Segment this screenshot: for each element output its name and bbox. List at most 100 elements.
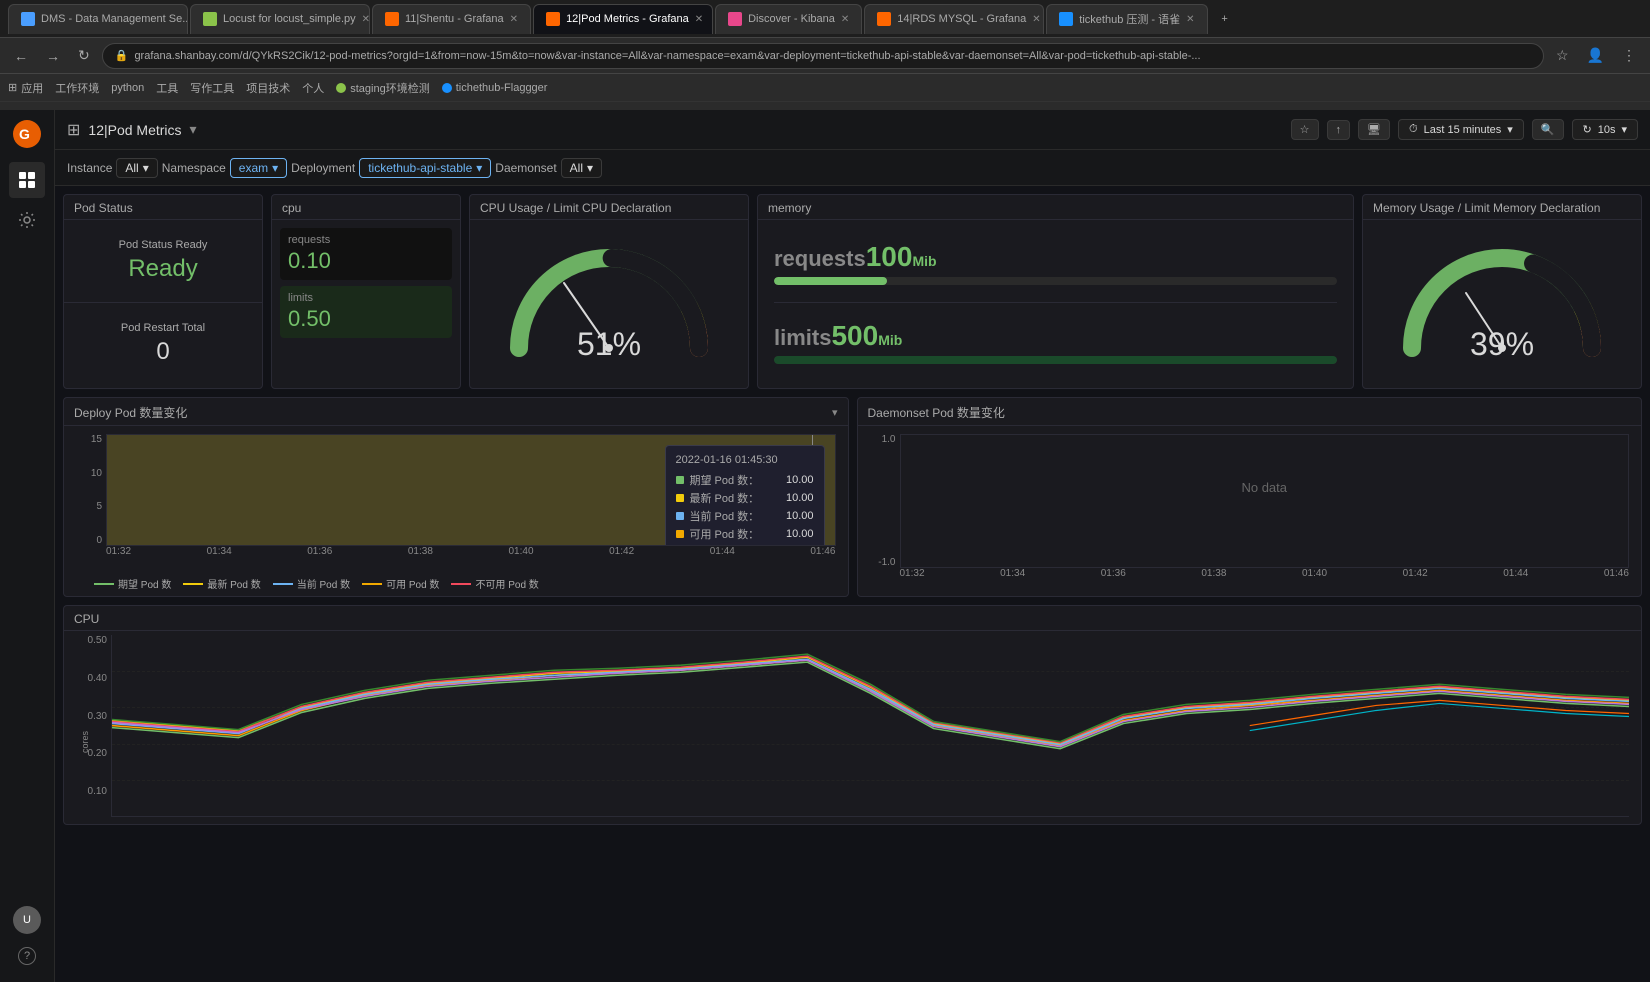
middle-row-panels: Deploy Pod 数量变化 ▾ 15 10 5 0 — [63, 397, 1642, 597]
refresh-btn[interactable]: ↻ 10s ▾ — [1572, 119, 1639, 140]
dashboard-area: Pod Status Pod Status Ready Ready Pod Re… — [55, 186, 1650, 982]
filter-daemonset-value[interactable]: All ▾ — [561, 158, 602, 178]
legend-item-2: 当前 Pod 数 — [273, 576, 350, 591]
main-content: ⊞ 12|Pod Metrics ▾ ☆ ↑ 🖥 ⏱ Last 15 minut… — [55, 110, 1650, 982]
grafana-logo[interactable]: G — [11, 118, 43, 150]
bookmark-tools[interactable]: 工具 — [156, 80, 178, 96]
nav-forward[interactable]: → — [40, 44, 66, 68]
cpu-chart-body: 0.50 0.40 0.30 0.20 0.10 cores — [64, 631, 1641, 821]
memory-divider — [774, 302, 1337, 303]
bookmark-apps[interactable]: ⊞ 应用 — [8, 80, 43, 96]
search-btn[interactable]: 🔍 — [1532, 119, 1564, 140]
tab-kibana[interactable]: Discover - Kibana ✕ — [715, 4, 862, 34]
nav-back[interactable]: ← — [8, 44, 34, 68]
filter-namespace-chevron: ▾ — [272, 161, 278, 175]
bookmark-label-personal: 个人 — [302, 80, 324, 96]
bookmark-work[interactable]: 工作环境 — [55, 80, 99, 96]
nav-star[interactable]: ☆ — [1550, 43, 1575, 68]
memory-bar-body: requests100Mib limits500Mib — [758, 220, 1353, 385]
tab-locust[interactable]: Locust for locust_simple.py ✕ — [190, 4, 370, 34]
legend-label-3: 可用 Pod 数 — [386, 576, 439, 591]
cpu-gauge-wrap: 51% — [499, 228, 719, 378]
filter-instance-chevron: ▾ — [143, 161, 149, 175]
memory-limits-value: 500 — [831, 320, 878, 351]
tab-shentu[interactable]: 11|Shentu - Grafana ✕ — [372, 4, 531, 34]
filter-namespace: Namespace exam ▾ — [162, 158, 287, 178]
tooltip-row-1: 最新 Pod 数： 10.00 — [676, 490, 814, 506]
tab-close-locust[interactable]: ✕ — [362, 14, 370, 25]
bookmark-writing[interactable]: 写作工具 — [190, 80, 234, 96]
tab-tickethub[interactable]: tickethub 压测 - 语雀 ✕ — [1046, 4, 1207, 34]
cpu-y-040: 0.40 — [88, 673, 107, 684]
bookmark-python[interactable]: python — [111, 82, 144, 94]
filter-instance-value[interactable]: All ▾ — [116, 158, 157, 178]
dashboard-title: 12|Pod Metrics — [88, 122, 181, 138]
legend-label-1: 最新 Pod 数 — [207, 576, 260, 591]
daemon-x-01-34: 01:34 — [1000, 568, 1025, 588]
legend-label-0: 期望 Pod 数 — [118, 576, 171, 591]
panel-deploy-chevron[interactable]: ▾ — [832, 406, 838, 419]
cpu-gauge-container: 51% — [470, 220, 748, 385]
bookmark-staging[interactable]: staging环境检测 — [336, 80, 429, 96]
monitor-btn[interactable]: 🖥 — [1358, 119, 1390, 140]
panel-memory-gauge-title: Memory Usage / Limit Memory Declaration — [1373, 201, 1600, 215]
filter-instance-label: Instance — [67, 161, 112, 175]
pod-status-ready-value: Ready — [128, 255, 197, 283]
tooltip-key-2: 当前 Pod 数： — [690, 508, 780, 524]
legend-item-0: 期望 Pod 数 — [94, 576, 171, 591]
tab-close-pod[interactable]: ✕ — [695, 14, 703, 25]
deploy-chart-area: 15 10 5 0 2022-01-16 01:45:30 — [76, 434, 836, 566]
legend-item-4: 不可用 Pod 数 — [451, 576, 538, 591]
user-avatar[interactable]: U — [13, 906, 41, 934]
bookmark-label-tools: 工具 — [156, 80, 178, 96]
sidebar-icon-grid[interactable] — [9, 162, 45, 198]
legend-item-1: 最新 Pod 数 — [183, 576, 260, 591]
pod-restart-label: Pod Restart Total — [121, 322, 205, 334]
daemonset-y-axis: 1.0 -1.0 — [870, 434, 900, 568]
daemonset-chart-plot: No data — [900, 434, 1630, 568]
tab-dms[interactable]: DMS - Data Management Se... ✕ — [8, 4, 188, 34]
legend-line-2 — [273, 583, 293, 585]
apps-icon: ⊞ — [8, 81, 17, 94]
x-01-34: 01:34 — [207, 546, 232, 566]
tab-label-dms: DMS - Data Management Se... — [41, 13, 188, 25]
bookmark-personal[interactable]: 个人 — [302, 80, 324, 96]
filter-namespace-value[interactable]: exam ▾ — [230, 158, 287, 178]
tooltip-key-1: 最新 Pod 数： — [690, 490, 780, 506]
nav-more[interactable]: ⋮ — [1616, 43, 1642, 68]
share-dashboard-btn[interactable]: ↑ — [1327, 120, 1351, 140]
bookmark-tickethub[interactable]: tichethub-Flaggger — [442, 82, 548, 94]
panel-memory-gauge: Memory Usage / Limit Memory Declaration — [1362, 194, 1642, 389]
tab-pod-metrics[interactable]: 12|Pod Metrics - Grafana ✕ — [533, 4, 713, 34]
tickethub-indicator — [442, 83, 452, 93]
time-range-btn[interactable]: ⏱ Last 15 minutes ▾ — [1398, 119, 1524, 140]
nav-reload[interactable]: ↻ — [72, 43, 96, 68]
legend-line-3 — [362, 583, 382, 585]
time-range-label: Last 15 minutes — [1424, 124, 1502, 136]
tab-close-tickethub[interactable]: ✕ — [1186, 14, 1194, 25]
dashboard-dropdown-icon[interactable]: ▾ — [190, 121, 197, 138]
tab-close-rds[interactable]: ✕ — [1032, 14, 1040, 25]
tab-label-locust: Locust for locust_simple.py — [223, 13, 356, 25]
tooltip-key-0: 期望 Pod 数： — [690, 472, 780, 488]
tab-close-kibana[interactable]: ✕ — [841, 14, 849, 25]
tab-new[interactable]: + — [1210, 4, 1240, 34]
nav-user[interactable]: 👤 — [1581, 43, 1610, 68]
bookmark-label-staging: staging环境检测 — [350, 80, 429, 96]
filter-deployment-value[interactable]: tickethub-api-stable ▾ — [359, 158, 491, 178]
address-text: grafana.shanbay.com/d/QYkRS2Cik/12-pod-m… — [134, 50, 1200, 62]
star-dashboard-btn[interactable]: ☆ — [1291, 119, 1319, 140]
bookmark-project[interactable]: 项目技术 — [246, 80, 290, 96]
panel-memory-gauge-header: Memory Usage / Limit Memory Declaration — [1363, 195, 1641, 220]
tooltip-val-2: 10.00 — [786, 510, 814, 522]
panel-pod-status: Pod Status Pod Status Ready Ready Pod Re… — [63, 194, 263, 389]
panel-cpu-metrics: cpu requests 0.10 limits 0.50 — [271, 194, 461, 389]
panel-cpu-line-chart: CPU 0.50 0.40 0.30 0.20 0.10 — [63, 605, 1642, 825]
top-row-panels: Pod Status Pod Status Ready Ready Pod Re… — [63, 194, 1642, 389]
sidebar-icon-gear[interactable] — [9, 202, 45, 238]
daemon-x-01-40: 01:40 — [1302, 568, 1327, 588]
tab-close-shentu[interactable]: ✕ — [510, 14, 518, 25]
address-bar[interactable]: 🔒 grafana.shanbay.com/d/QYkRS2Cik/12-pod… — [102, 43, 1544, 69]
sidebar-icon-help[interactable]: ? — [9, 938, 45, 974]
tab-rds[interactable]: 14|RDS MYSQL - Grafana ✕ — [864, 4, 1044, 34]
